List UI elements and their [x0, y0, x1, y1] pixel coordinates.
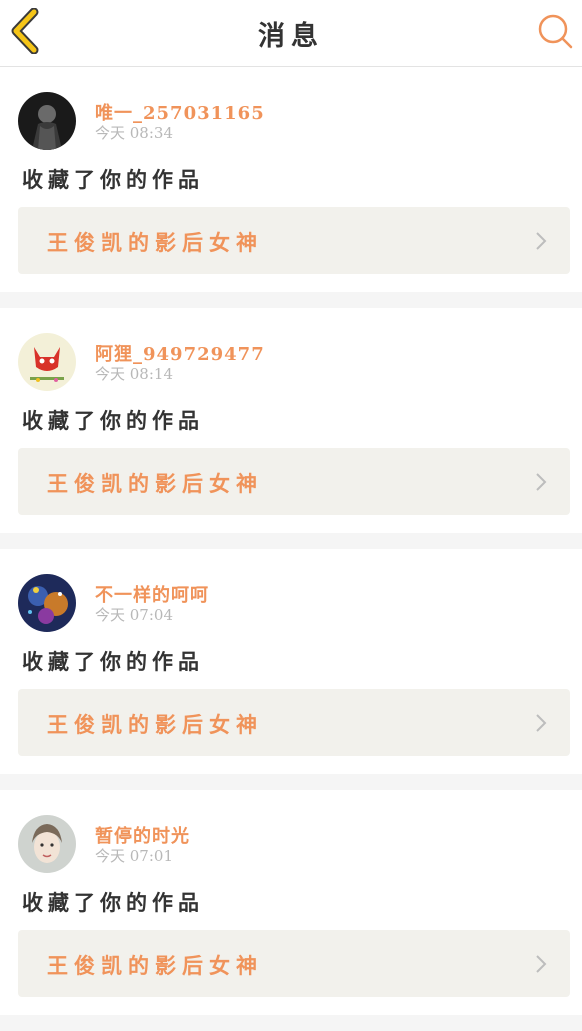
work-title: 王俊凯的影后女神 [47, 472, 263, 496]
avatar[interactable] [18, 815, 76, 873]
timestamp: 今天 08:14 [95, 365, 173, 383]
work-link[interactable]: 王俊凯的影后女神 [18, 448, 570, 515]
work-link[interactable]: 王俊凯的影后女神 [18, 689, 570, 756]
work-title: 王俊凯的影后女神 [47, 713, 263, 737]
action-text: 收藏了你的作品 [22, 891, 204, 915]
chevron-right-icon [536, 232, 547, 250]
timestamp: 今天 08:34 [95, 124, 173, 142]
work-title: 王俊凯的影后女神 [47, 231, 263, 255]
timestamp: 今天 07:04 [95, 606, 173, 624]
search-icon [538, 14, 573, 49]
top-bar: 消息 [0, 0, 582, 67]
search-button[interactable] [536, 12, 574, 50]
action-text: 收藏了你的作品 [22, 409, 204, 433]
action-text: 收藏了你的作品 [22, 168, 204, 192]
avatar[interactable] [18, 92, 76, 150]
action-text: 收藏了你的作品 [22, 650, 204, 674]
notification-list: 唯一_257031165 今天 08:34 收藏了你的作品 王俊凯的影后女神 阿… [0, 67, 582, 1031]
work-link[interactable]: 王俊凯的影后女神 [18, 930, 570, 997]
chevron-right-icon [536, 473, 547, 491]
work-link[interactable]: 王俊凯的影后女神 [18, 207, 570, 274]
notification-card: 暂停的时光 今天 07:01 收藏了你的作品 王俊凯的影后女神 [0, 790, 582, 1015]
work-title: 王俊凯的影后女神 [47, 954, 263, 978]
timestamp: 今天 07:01 [95, 847, 173, 865]
chevron-right-icon [536, 955, 547, 973]
notification-card: 不一样的呵呵 今天 07:04 收藏了你的作品 王俊凯的影后女神 [0, 549, 582, 774]
notification-card: 阿狸_949729477 今天 08:14 收藏了你的作品 王俊凯的影后女神 [0, 308, 582, 533]
avatar[interactable] [18, 574, 76, 632]
chevron-right-icon [536, 714, 547, 732]
page-title: 消息 [258, 21, 324, 52]
notification-card: 唯一_257031165 今天 08:34 收藏了你的作品 王俊凯的影后女神 [0, 67, 582, 292]
avatar[interactable] [18, 333, 76, 391]
